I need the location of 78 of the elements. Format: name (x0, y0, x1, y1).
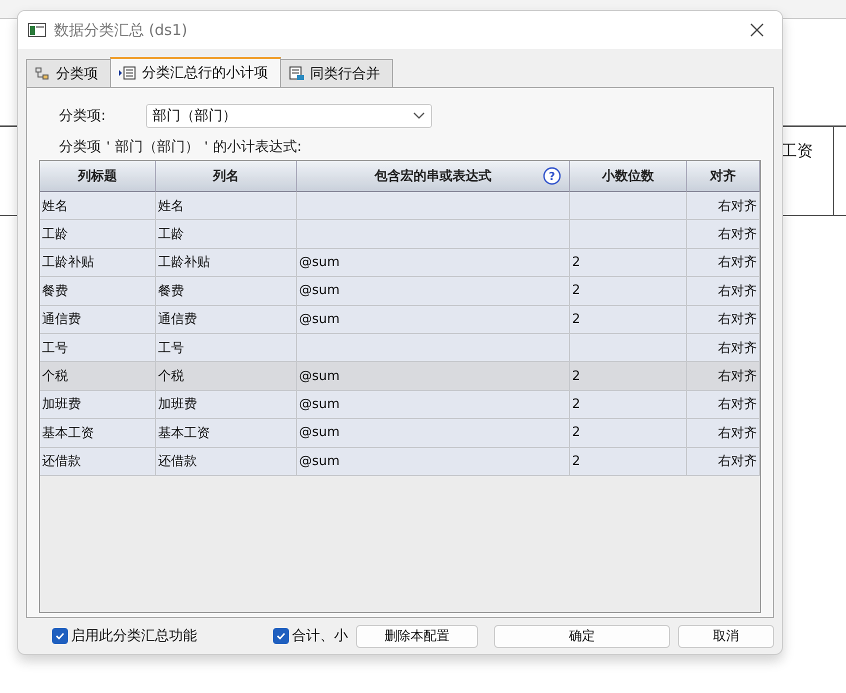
table-cell[interactable] (297, 334, 570, 362)
column-title: 列名 (213, 168, 239, 185)
table-cell[interactable]: 姓名 (40, 192, 156, 220)
checkbox-label: 启用此分类汇总功能 (71, 627, 197, 645)
table-cell[interactable]: 2 (570, 306, 687, 334)
dialog-button[interactable]: 删除本配置 (356, 624, 478, 648)
dialog-button[interactable]: 确定 (494, 624, 670, 648)
table-cell[interactable]: 工龄补贴 (156, 248, 297, 278)
tree-icon (35, 66, 51, 80)
table-cell[interactable]: 右对齐 (687, 419, 760, 448)
column-title: 包含宏的串或表达式 (374, 168, 492, 185)
help-icon[interactable]: ? (543, 167, 561, 185)
table-icon (119, 66, 137, 80)
field-label: 分类项: (59, 107, 106, 125)
window-icon (28, 23, 46, 37)
tab[interactable]: 分类汇总行的小计项 (110, 57, 281, 87)
tab[interactable]: 同类行合并 (280, 59, 393, 87)
table-cell[interactable]: 工龄 (156, 220, 297, 249)
dialog-button[interactable]: 取消 (678, 624, 774, 648)
table-cell[interactable]: 右对齐 (687, 277, 760, 306)
table-cell[interactable]: 右对齐 (687, 448, 760, 476)
check-icon (55, 631, 65, 641)
column-title: 对齐 (710, 168, 736, 185)
table-cell[interactable]: 加班费 (156, 390, 297, 420)
table-cell[interactable]: @sum (297, 277, 570, 306)
chevron-icon (412, 112, 425, 120)
tab[interactable]: 分类项 (26, 59, 111, 87)
table-cell[interactable]: 通信费 (156, 306, 297, 334)
table-cell[interactable]: 工龄补贴 (40, 248, 156, 278)
table-cell[interactable]: 右对齐 (687, 220, 760, 249)
table-cell[interactable]: 个税 (40, 362, 156, 391)
table-cell[interactable]: @sum (297, 248, 570, 278)
table-cell[interactable] (570, 220, 687, 249)
table-cell[interactable]: 2 (570, 277, 687, 306)
checkbox[interactable] (273, 628, 289, 644)
table-cell[interactable]: 右对齐 (687, 248, 760, 278)
table-cell[interactable]: 餐费 (156, 277, 297, 306)
table-cell[interactable]: 2 (570, 248, 687, 278)
table-cell[interactable]: 加班费 (40, 390, 156, 420)
table-cell[interactable]: 右对齐 (687, 334, 760, 362)
table-cell[interactable]: 右对齐 (687, 390, 760, 420)
table-cell[interactable]: @sum (297, 390, 570, 420)
checkbox[interactable] (52, 628, 68, 644)
table-icon (289, 66, 305, 81)
table-cell[interactable]: 还借款 (40, 448, 156, 476)
table-cell[interactable]: 通信费 (40, 306, 156, 334)
table-cell[interactable]: 2 (570, 419, 687, 448)
table-cell[interactable]: 2 (570, 390, 687, 420)
table-cell[interactable]: 工号 (40, 334, 156, 362)
table-cell[interactable] (570, 334, 687, 362)
table-cell[interactable]: 工龄 (40, 220, 156, 249)
table-cell[interactable]: @sum (297, 419, 570, 448)
close-icon (750, 23, 764, 37)
column-title: 小数位数 (602, 168, 654, 185)
table-cell[interactable]: 个税 (156, 362, 297, 391)
table-cell[interactable]: 右对齐 (687, 306, 760, 334)
check-icon (276, 631, 286, 641)
table-cell[interactable]: 右对齐 (687, 192, 760, 220)
table-cell[interactable]: @sum (297, 448, 570, 476)
table-cell[interactable]: 右对齐 (687, 362, 760, 391)
column-title: 列标题 (78, 168, 117, 185)
group-select[interactable]: 部门（部门） (146, 104, 432, 128)
table-cell[interactable] (570, 192, 687, 220)
table-cell[interactable]: 2 (570, 448, 687, 476)
table-cell[interactable]: 基本工资 (156, 419, 297, 448)
table-cell[interactable]: @sum (297, 306, 570, 334)
table-cell[interactable]: 还借款 (156, 448, 297, 476)
table-cell[interactable]: 姓名 (156, 192, 297, 220)
expression-caption: 分类项＇部门（部门）＇的小计表达式: (59, 138, 303, 156)
table-cell[interactable]: 工号 (156, 334, 297, 362)
table-cell[interactable]: @sum (297, 362, 570, 391)
window-title: 数据分类汇总 (ds1) (54, 20, 188, 40)
table-cell[interactable] (297, 192, 570, 220)
table-cell[interactable]: 基本工资 (40, 419, 156, 448)
table-cell[interactable]: 2 (570, 362, 687, 391)
table-cell[interactable] (297, 220, 570, 249)
checkbox-label: 合计、小 (292, 627, 348, 645)
table-cell[interactable]: 餐费 (40, 277, 156, 306)
